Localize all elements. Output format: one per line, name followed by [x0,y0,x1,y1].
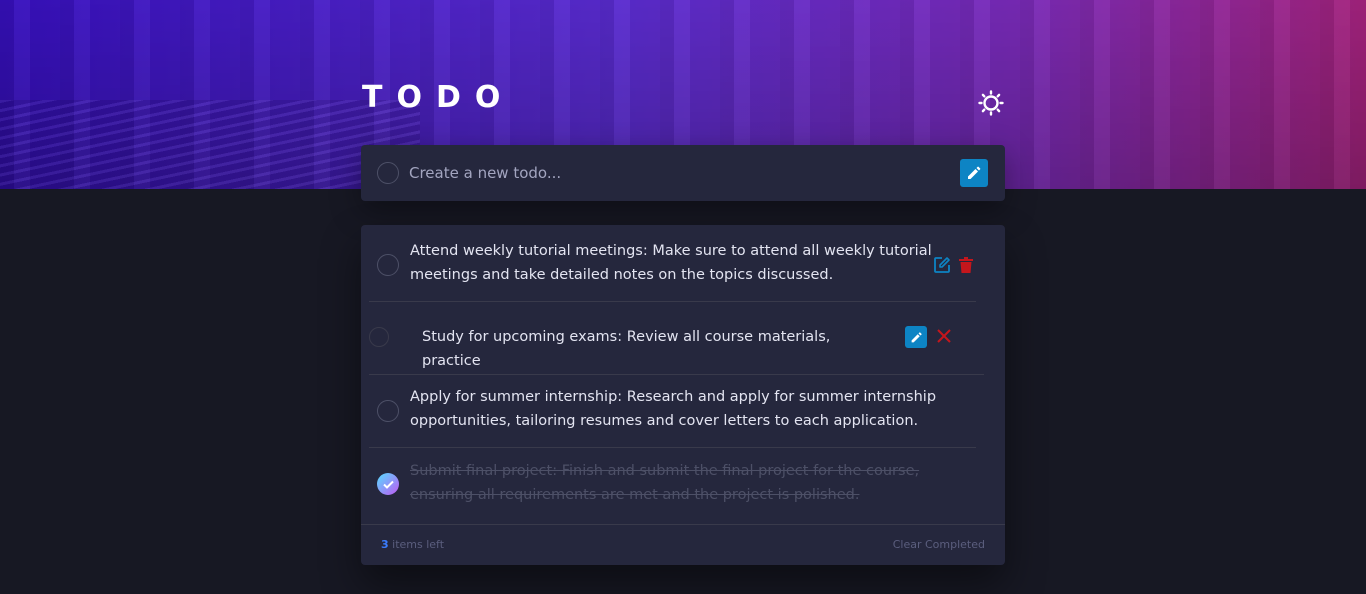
todo-checkbox[interactable] [377,400,399,422]
todo-item: Apply for summer internship: Research an… [361,375,1005,448]
todo-item: Attend weekly tutorial meetings: Make su… [361,225,1005,302]
pencil-icon [968,166,981,179]
theme-toggle-button[interactable] [976,88,1006,118]
add-todo-button[interactable] [960,159,988,187]
new-todo-checkbox[interactable] [377,162,399,184]
list-footer: 3 items left Clear Completed [361,525,1005,565]
check-icon [382,480,394,489]
items-left-counter: 3 items left [381,538,444,551]
items-left-count: 3 [381,538,389,551]
new-todo-input[interactable] [409,161,949,185]
todo-text-line: ensuring all requirements are met and th… [410,487,860,503]
todo-item-editing: Study for upcoming exams: Review all cou… [361,302,1005,375]
todo-item-completed: Submit final project: Finish and submit … [361,448,1005,525]
trash-icon [959,257,973,273]
cancel-edit-button[interactable] [935,327,953,345]
todo-text[interactable]: Attend weekly tutorial meetings: Make su… [410,239,940,287]
edit-icon [934,257,950,273]
todo-text[interactable]: Submit final project: Finish and submit … [410,459,970,507]
page-title: TODO [362,80,515,115]
sun-icon [978,90,1004,116]
delete-todo-button[interactable] [958,256,974,274]
todo-text-line: Study for upcoming exams: Review all cou… [422,329,831,369]
todo-checkbox[interactable] [377,254,399,276]
new-todo-bar [361,145,1005,201]
todo-text-line: opportunities, tailoring resumes and cov… [410,413,919,429]
todo-edit-input[interactable]: Study for upcoming exams: Review all cou… [422,325,892,373]
close-icon [937,329,951,343]
todo-text-line: meetings and take detailed notes on the … [410,267,834,283]
todo-checkbox[interactable] [369,327,389,347]
todo-list: Attend weekly tutorial meetings: Make su… [361,225,1005,565]
edit-todo-button[interactable] [933,256,951,274]
todo-checkbox-checked[interactable] [377,473,399,495]
todo-text-line: Submit final project: Finish and submit … [410,463,920,479]
save-edit-button[interactable] [905,326,927,348]
items-left-label: items left [392,538,445,551]
todo-text-line: Apply for summer internship: Research an… [410,389,937,405]
clear-completed-button[interactable]: Clear Completed [893,538,985,551]
todo-text[interactable]: Apply for summer internship: Research an… [410,385,970,433]
pencil-icon [911,331,922,342]
todo-text-line: Attend weekly tutorial meetings: Make su… [410,243,932,259]
